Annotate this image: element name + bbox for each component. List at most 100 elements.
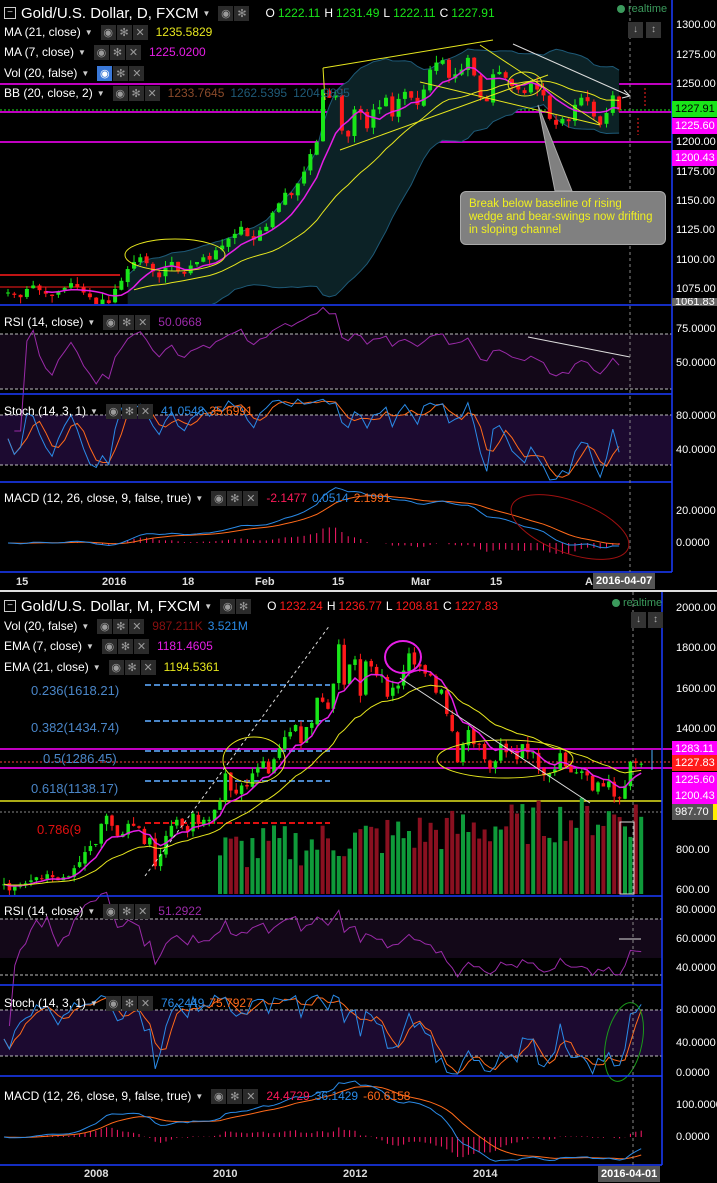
daily-symbol-title[interactable]: Gold/U.S. Dollar, D, FXCM	[21, 5, 199, 22]
scale-fit-icon[interactable]: ↕	[648, 612, 663, 628]
remove-close-icon[interactable]: ✕	[137, 995, 153, 1011]
indicator-name[interactable]: EMA (21, close)	[4, 660, 89, 674]
candle-body	[409, 91, 414, 98]
settings-gear-icon[interactable]: ✻	[236, 598, 252, 614]
candle-body	[104, 815, 109, 825]
settings-gear-icon[interactable]: ✻	[121, 995, 137, 1011]
indicator-name[interactable]: RSI (14, close)	[4, 315, 83, 329]
chevron-down-icon[interactable]: ▼	[87, 907, 95, 916]
indicator-name[interactable]: EMA (7, close)	[4, 639, 82, 653]
remove-close-icon[interactable]: ✕	[137, 403, 153, 419]
volume-bar	[250, 838, 255, 894]
settings-gear-icon[interactable]: ✻	[227, 1088, 243, 1104]
chevron-down-icon[interactable]: ▼	[81, 69, 89, 78]
indicator-name[interactable]: BB (20, close, 2)	[4, 86, 93, 100]
settings-gear-icon[interactable]: ✻	[227, 490, 243, 506]
settings-gear-icon[interactable]: ✻	[113, 65, 129, 81]
visibility-icon[interactable]: ◉	[101, 638, 117, 654]
volume-bar	[606, 811, 611, 894]
visibility-icon[interactable]: ◉	[97, 618, 113, 634]
remove-close-icon[interactable]: ✕	[135, 314, 151, 330]
visibility-icon[interactable]: ◉	[93, 44, 109, 60]
settings-gear-icon[interactable]: ✻	[128, 85, 144, 101]
low-badge: 1061.83	[672, 298, 717, 306]
indicator-name[interactable]: Stoch (14, 3, 1)	[4, 404, 86, 418]
visibility-icon[interactable]: ◉	[211, 1088, 227, 1104]
volume-bar	[288, 859, 293, 894]
visibility-icon[interactable]: ◉	[103, 903, 119, 919]
scale-fit-icon[interactable]: ↕	[646, 22, 661, 38]
volume-bar	[266, 840, 271, 894]
collapse-icon[interactable]: −	[4, 600, 16, 612]
candle-body	[488, 760, 492, 769]
price-tick: 1800.00	[676, 642, 716, 654]
visibility-icon[interactable]: ◉	[105, 995, 121, 1011]
remove-close-icon[interactable]: ✕	[135, 903, 151, 919]
indicator-name[interactable]: Stoch (14, 3, 1)	[4, 996, 86, 1010]
candle-body	[157, 272, 162, 278]
remove-close-icon[interactable]: ✕	[129, 618, 145, 634]
settings-gear-icon[interactable]: ✻	[116, 24, 132, 40]
visibility-icon[interactable]: ◉	[218, 5, 234, 21]
visibility-icon[interactable]: ◉	[220, 598, 236, 614]
rsi-tick: 50.0000	[676, 357, 716, 369]
daily-title-row: − Gold/U.S. Dollar, D, FXCM ▼ ◉ ✻ O 1222.11…	[4, 3, 495, 23]
remove-close-icon[interactable]: ✕	[125, 44, 141, 60]
visibility-icon[interactable]: ◉	[97, 65, 113, 81]
chevron-down-icon[interactable]: ▼	[90, 407, 98, 416]
remove-close-icon[interactable]: ✕	[140, 659, 156, 675]
settings-gear-icon[interactable]: ✻	[113, 618, 129, 634]
visibility-icon[interactable]: ◉	[105, 403, 121, 419]
settings-gear-icon[interactable]: ✻	[124, 659, 140, 675]
chevron-down-icon[interactable]: ▼	[81, 622, 89, 631]
chevron-down-icon[interactable]: ▼	[93, 663, 101, 672]
indicator-name[interactable]: Vol (20, false)	[4, 619, 77, 633]
settings-gear-icon[interactable]: ✻	[119, 903, 135, 919]
chevron-down-icon[interactable]: ▼	[85, 28, 93, 37]
chevron-down-icon[interactable]: ▼	[204, 602, 212, 611]
remove-close-icon[interactable]: ✕	[132, 24, 148, 40]
remove-close-icon[interactable]: ✕	[144, 85, 160, 101]
visibility-icon[interactable]: ◉	[103, 314, 119, 330]
indicator-name[interactable]: MACD (12, 26, close, 9, false, true)	[4, 1089, 191, 1103]
collapse-icon[interactable]: −	[4, 7, 16, 19]
visibility-icon[interactable]: ◉	[108, 659, 124, 675]
indicator-name[interactable]: RSI (14, close)	[4, 904, 83, 918]
visibility-icon[interactable]: ◉	[211, 490, 227, 506]
settings-gear-icon[interactable]: ✻	[117, 638, 133, 654]
visibility-icon[interactable]: ◉	[112, 85, 128, 101]
chevron-down-icon[interactable]: ▼	[203, 9, 211, 18]
remove-close-icon[interactable]: ✕	[243, 490, 259, 506]
indicator-name[interactable]: MA (21, close)	[4, 25, 81, 39]
candle-body	[503, 72, 508, 78]
remove-close-icon[interactable]: ✕	[243, 1088, 259, 1104]
settings-gear-icon[interactable]: ✻	[121, 403, 137, 419]
candle-body	[407, 653, 411, 672]
indicator-name[interactable]: Vol (20, false)	[4, 66, 77, 80]
scale-down-icon[interactable]: ↓	[628, 22, 643, 38]
volume-bar	[234, 836, 239, 894]
monthly-symbol-title[interactable]: Gold/U.S. Dollar, M, FXCM	[21, 598, 200, 615]
volume-bar	[623, 826, 627, 894]
settings-gear-icon[interactable]: ✻	[119, 314, 135, 330]
settings-gear-icon[interactable]: ✻	[109, 44, 125, 60]
indicator-name[interactable]: MACD (12, 26, close, 9, false, true)	[4, 491, 191, 505]
candle-body	[144, 256, 149, 264]
chevron-down-icon[interactable]: ▼	[78, 48, 86, 57]
chevron-down-icon[interactable]: ▼	[97, 89, 105, 98]
candle-body	[302, 171, 307, 184]
visibility-icon[interactable]: ◉	[100, 24, 116, 40]
chevron-down-icon[interactable]: ▼	[86, 642, 94, 651]
indicator-name[interactable]: MA (7, close)	[4, 45, 74, 59]
scale-down-icon[interactable]: ↓	[631, 612, 646, 628]
macd-tick: 0.0000	[676, 1131, 710, 1143]
chevron-down-icon[interactable]: ▼	[195, 1092, 203, 1101]
settings-gear-icon[interactable]: ✻	[234, 5, 250, 21]
chevron-down-icon[interactable]: ▼	[195, 494, 203, 503]
remove-close-icon[interactable]: ✕	[133, 638, 149, 654]
chevron-down-icon[interactable]: ▼	[90, 999, 98, 1008]
chevron-down-icon[interactable]: ▼	[87, 318, 95, 327]
support-badge: 1200.43	[672, 788, 717, 804]
remove-close-icon[interactable]: ✕	[129, 65, 145, 81]
indicator-controls: ◉ ✻ ✕	[103, 903, 151, 919]
